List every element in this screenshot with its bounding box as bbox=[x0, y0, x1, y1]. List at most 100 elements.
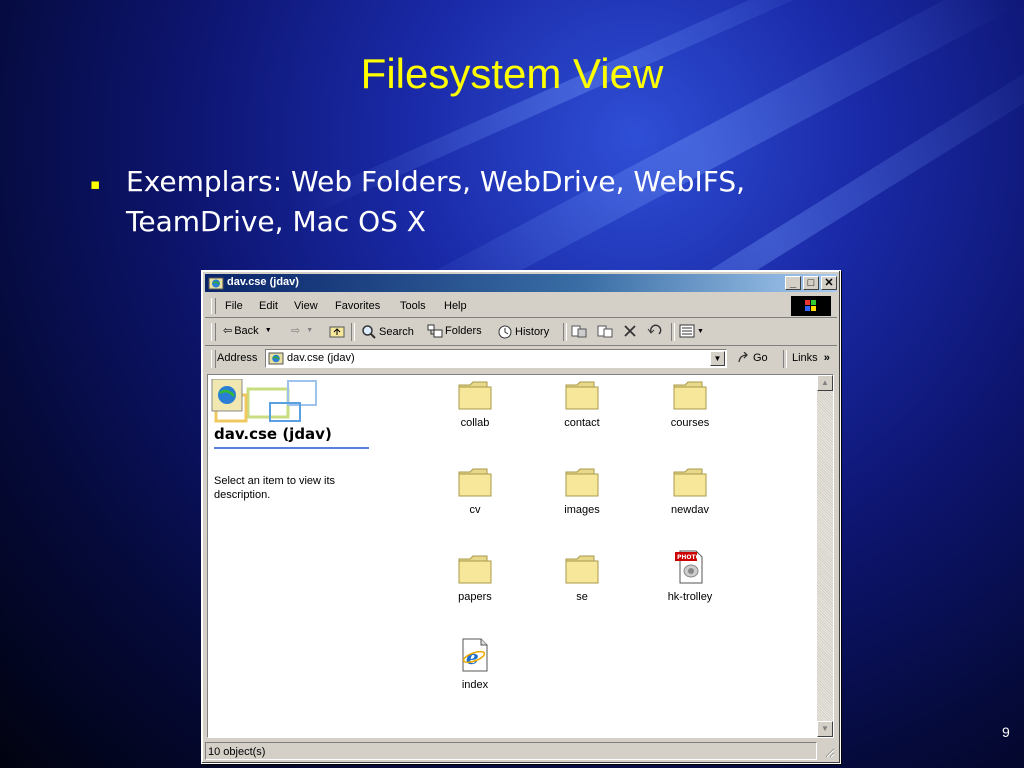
addressbar-separator bbox=[783, 350, 787, 368]
item-label: papers bbox=[458, 591, 492, 603]
toolbar-grip[interactable] bbox=[211, 323, 216, 341]
go-arrow-icon bbox=[738, 352, 748, 363]
slide-title: Filesystem View bbox=[360, 50, 664, 97]
close-button[interactable]: ✕ bbox=[821, 276, 837, 290]
folder-item-se[interactable]: se bbox=[542, 553, 622, 603]
toolbar-separator bbox=[563, 323, 567, 341]
go-button[interactable]: Go bbox=[737, 352, 768, 364]
copy-to-icon bbox=[597, 325, 613, 338]
links-button[interactable]: Links » bbox=[792, 352, 830, 364]
address-label: Address bbox=[217, 352, 258, 364]
item-label: images bbox=[564, 504, 600, 516]
toolbar-separator bbox=[351, 323, 355, 341]
history-button[interactable]: History bbox=[497, 324, 549, 340]
item-label: hk-trolley bbox=[667, 591, 713, 603]
item-label: newdav bbox=[671, 504, 709, 516]
views-icon bbox=[679, 324, 695, 338]
folder-item-newdav[interactable]: newdav bbox=[650, 466, 730, 516]
addressbar-grip[interactable] bbox=[211, 350, 216, 368]
file-item-index[interactable]: e index bbox=[435, 637, 515, 691]
folder-icon bbox=[672, 466, 708, 498]
folder-icon bbox=[457, 553, 493, 585]
maximize-button[interactable]: □ bbox=[803, 276, 819, 290]
up-folder-button[interactable] bbox=[329, 324, 345, 338]
ie-document-icon: e bbox=[457, 637, 493, 673]
item-description: Select an item to view its description. bbox=[214, 475, 336, 501]
folder-item-collab[interactable]: collab bbox=[435, 379, 515, 429]
svg-text:PHOTO: PHOTO bbox=[677, 554, 701, 561]
folder-icon bbox=[564, 466, 600, 498]
address-bar: Address dav.cse (jdav) ▼ Go Links » bbox=[205, 347, 837, 371]
toolbar: ⇦ Back ▼ ⇨ ▼ Search Folders History ▼ bbox=[205, 319, 837, 346]
windows-logo-icon bbox=[791, 296, 831, 316]
folder-item-courses[interactable]: courses bbox=[650, 379, 730, 429]
scroll-down-button[interactable]: ▼ bbox=[817, 721, 833, 737]
bullet-line-2: TeamDrive, Mac OS X bbox=[126, 205, 426, 238]
back-arrow-icon: ⇦ bbox=[223, 325, 233, 337]
explorer-window: dav.cse (jdav) _ □ ✕ File Edit View Favo… bbox=[201, 270, 841, 764]
folder-globe-icon bbox=[208, 275, 224, 291]
menu-file[interactable]: File bbox=[225, 300, 243, 312]
address-value: dav.cse (jdav) bbox=[287, 352, 355, 364]
undo-icon bbox=[647, 324, 662, 335]
item-label: collab bbox=[460, 417, 490, 429]
menu-favorites[interactable]: Favorites bbox=[335, 300, 380, 312]
go-label: Go bbox=[753, 352, 768, 364]
history-label: History bbox=[515, 326, 550, 338]
folder-globe-icon bbox=[268, 352, 284, 365]
address-input[interactable]: dav.cse (jdav) ▼ bbox=[265, 349, 727, 368]
folder-icon bbox=[564, 553, 600, 585]
back-button[interactable]: ⇦ Back ▼ bbox=[223, 324, 272, 338]
folder-content-area: dav.cse (jdav) Select an item to view it… bbox=[207, 374, 834, 738]
window-titlebar[interactable]: dav.cse (jdav) _ □ ✕ bbox=[205, 274, 837, 292]
item-label: contact bbox=[564, 417, 600, 429]
folder-item-cv[interactable]: cv bbox=[435, 466, 515, 516]
menu-bar: File Edit View Favorites Tools Help bbox=[205, 295, 837, 318]
views-button[interactable]: ▼ bbox=[679, 324, 704, 338]
item-label: se bbox=[576, 591, 588, 603]
page-number: 9 bbox=[1002, 724, 1010, 740]
item-label: cv bbox=[469, 504, 481, 516]
bullet-line-1: Exemplars: Web Folders, WebDrive, WebIFS… bbox=[126, 165, 745, 198]
address-dropdown-button[interactable]: ▼ bbox=[710, 351, 725, 366]
folders-button[interactable]: Folders bbox=[427, 324, 482, 338]
item-label: courses bbox=[670, 417, 710, 429]
back-label: Back bbox=[234, 324, 259, 337]
menu-edit[interactable]: Edit bbox=[259, 300, 278, 312]
folder-item-images[interactable]: images bbox=[542, 466, 622, 516]
forward-button[interactable]: ⇨ ▼ bbox=[291, 324, 313, 337]
menubar-grip[interactable] bbox=[211, 298, 216, 314]
web-view-pane: dav.cse (jdav) Select an item to view it… bbox=[208, 375, 398, 737]
folder-icon bbox=[672, 379, 708, 411]
photo-file-icon: PHOTO bbox=[672, 549, 708, 585]
bullet-marker: ▪ bbox=[90, 175, 101, 193]
move-to-button[interactable] bbox=[571, 324, 587, 338]
minimize-button[interactable]: _ bbox=[785, 276, 801, 290]
web-folder-banner-icon bbox=[211, 379, 317, 423]
chevron-right-icon: » bbox=[823, 352, 830, 364]
undo-button[interactable] bbox=[647, 324, 663, 338]
toolbar-separator bbox=[671, 323, 675, 341]
menu-view[interactable]: View bbox=[294, 300, 318, 312]
file-item-hk-trolley[interactable]: PHOTO hk-trolley bbox=[650, 549, 730, 603]
menu-tools[interactable]: Tools bbox=[400, 300, 426, 312]
resize-grip-icon bbox=[825, 748, 835, 758]
search-label: Search bbox=[379, 326, 414, 338]
folders-icon bbox=[427, 324, 443, 338]
views-dropdown-icon: ▼ bbox=[697, 327, 704, 335]
folder-item-papers[interactable]: papers bbox=[435, 553, 515, 603]
scroll-up-button[interactable]: ▲ bbox=[817, 375, 833, 391]
links-label: Links bbox=[792, 352, 818, 364]
vertical-scrollbar[interactable]: ▲ ▼ bbox=[817, 375, 833, 737]
folder-title: dav.cse (jdav) bbox=[214, 425, 332, 443]
menu-help[interactable]: Help bbox=[444, 300, 467, 312]
folder-item-contact[interactable]: contact bbox=[542, 379, 622, 429]
back-dropdown-icon[interactable]: ▼ bbox=[265, 327, 272, 334]
folders-label: Folders bbox=[445, 325, 482, 337]
up-folder-icon bbox=[329, 326, 345, 338]
delete-button[interactable] bbox=[623, 324, 637, 338]
search-button[interactable]: Search bbox=[361, 324, 414, 340]
copy-to-button[interactable] bbox=[597, 324, 613, 338]
svg-text:e: e bbox=[466, 645, 479, 669]
title-underline bbox=[214, 447, 369, 449]
